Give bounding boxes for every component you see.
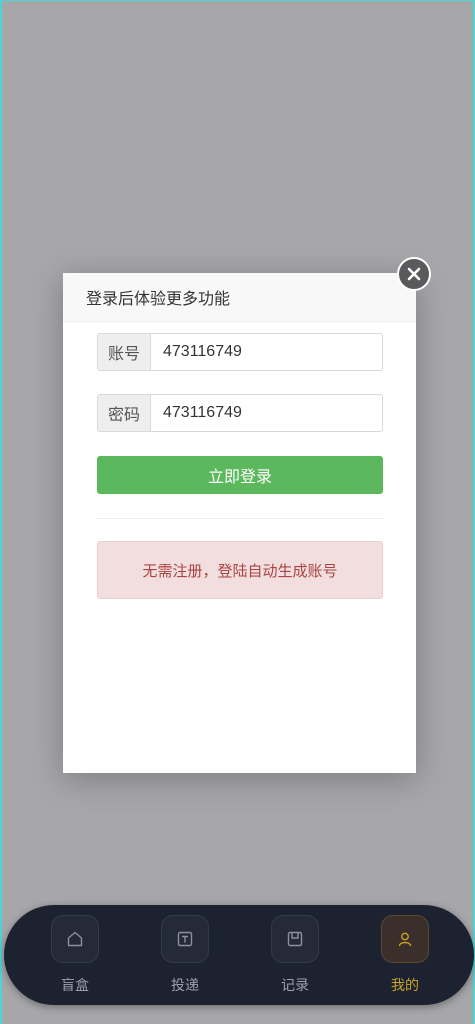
account-input[interactable] bbox=[151, 334, 382, 370]
nav-item-blindbox[interactable]: 盲盒 bbox=[40, 915, 110, 997]
divider bbox=[97, 518, 383, 519]
modal-header: 登录后体验更多功能 bbox=[63, 273, 416, 322]
nav-label: 我的 bbox=[391, 977, 419, 993]
nav-item-record[interactable]: 记录 bbox=[260, 915, 330, 997]
nav-tile bbox=[161, 915, 209, 963]
nav-label: 投递 bbox=[171, 977, 199, 993]
frame-left-line bbox=[0, 0, 2, 1024]
password-input[interactable] bbox=[151, 395, 382, 431]
user-icon bbox=[398, 932, 412, 947]
nav-label: 记录 bbox=[281, 977, 309, 993]
bottom-nav: 盲盒 投递 记录 我的 bbox=[4, 905, 474, 1005]
home-icon bbox=[67, 931, 83, 947]
frame-top-line bbox=[0, 0, 475, 1]
nav-tile-active bbox=[381, 915, 429, 963]
password-input-group: 密码 bbox=[97, 394, 383, 432]
login-button[interactable]: 立即登录 bbox=[97, 456, 383, 494]
nav-item-deliver[interactable]: 投递 bbox=[150, 915, 220, 997]
login-modal: 登录后体验更多功能 账号 密码 立即登录 无需注册，登陆自动生成账号 bbox=[63, 273, 416, 773]
close-button[interactable] bbox=[397, 257, 431, 291]
password-label: 密码 bbox=[98, 395, 151, 431]
modal-title: 登录后体验更多功能 bbox=[86, 291, 231, 308]
notice-alert: 无需注册，登陆自动生成账号 bbox=[97, 541, 383, 599]
close-icon bbox=[407, 267, 421, 281]
deliver-icon bbox=[177, 931, 193, 947]
nav-label: 盲盒 bbox=[61, 977, 89, 993]
nav-item-mine[interactable]: 我的 bbox=[370, 915, 440, 997]
nav-tile bbox=[271, 915, 319, 963]
nav-tile bbox=[51, 915, 99, 963]
notice-text: 无需注册，登陆自动生成账号 bbox=[142, 562, 338, 580]
record-icon bbox=[287, 931, 303, 947]
account-label: 账号 bbox=[98, 334, 151, 370]
account-input-group: 账号 bbox=[97, 333, 383, 371]
